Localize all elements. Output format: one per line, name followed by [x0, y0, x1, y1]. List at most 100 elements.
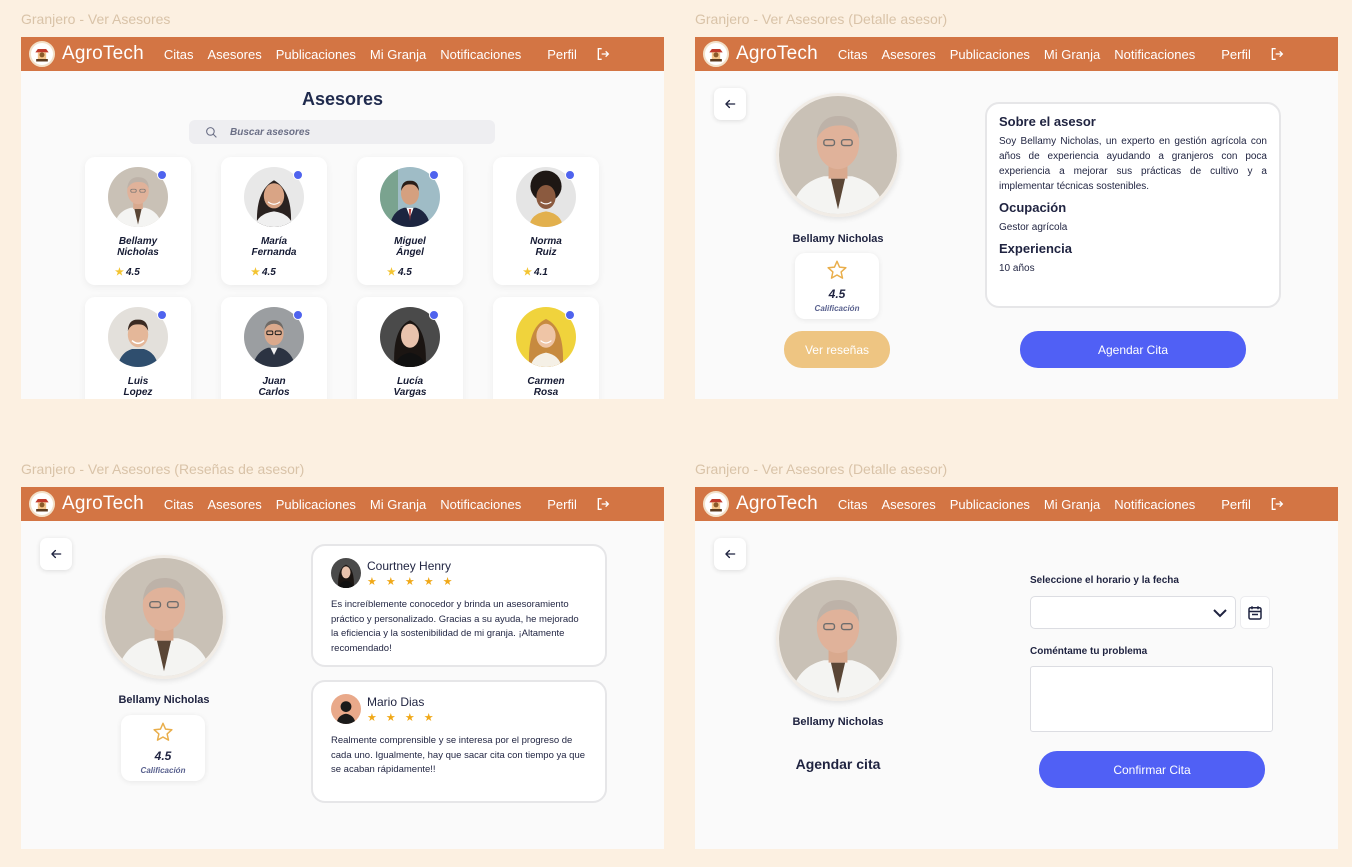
- advisor-card[interactable]: Miguel Ángel ★ 4.5: [357, 157, 463, 285]
- star-icon: [152, 721, 174, 743]
- nav-mi-granja[interactable]: Mi Granja: [370, 47, 426, 62]
- advisor-booking-screen: AgroTech Citas Asesores Publicaciones Mi…: [695, 487, 1338, 849]
- advisor-rating: ★ 4.5: [115, 267, 140, 278]
- advisor-card[interactable]: Luis Lopez: [85, 297, 191, 399]
- nav-perfil[interactable]: Perfil: [1221, 497, 1251, 512]
- about-title: Sobre el asesor: [999, 114, 1096, 129]
- review-stars: ★ ★ ★ ★: [367, 711, 437, 724]
- nav-notificaciones[interactable]: Notificaciones: [1114, 497, 1195, 512]
- arrow-left-icon: [723, 547, 737, 561]
- occupation-title: Ocupación: [999, 200, 1067, 215]
- brand-name[interactable]: AgroTech: [62, 43, 144, 65]
- online-indicator: [565, 170, 575, 180]
- nav-citas[interactable]: Citas: [838, 497, 868, 512]
- nav-asesores[interactable]: Asesores: [208, 47, 262, 62]
- nav-perfil[interactable]: Perfil: [1221, 47, 1251, 62]
- review-text: Realmente comprensible y se interesa por…: [331, 735, 586, 775]
- nav-citas[interactable]: Citas: [838, 47, 868, 62]
- calendar-button[interactable]: [1240, 596, 1270, 629]
- advisor-detail-screen: AgroTech Citas Asesores Publicaciones Mi…: [695, 37, 1338, 399]
- nav-mi-granja[interactable]: Mi Granja: [1044, 47, 1100, 62]
- search-icon: [206, 126, 217, 138]
- search-input[interactable]: Buscar asesores: [189, 120, 495, 144]
- advisor-card[interactable]: Lucía Vargas: [357, 297, 463, 399]
- star-icon: ★: [251, 267, 260, 278]
- logo-icon[interactable]: [29, 41, 55, 67]
- navbar: AgroTech Citas Asesores Publicaciones Mi…: [695, 37, 1338, 71]
- star-icon: ★: [387, 267, 396, 278]
- nav-notificaciones[interactable]: Notificaciones: [440, 47, 521, 62]
- reviewer-name: Mario Dias: [367, 694, 425, 709]
- confirm-button[interactable]: Confirmar Cita: [1039, 751, 1265, 788]
- star-icon: [826, 259, 848, 281]
- reviewer-avatar: [331, 694, 361, 724]
- advisor-card[interactable]: María Fernanda ★ 4.5: [221, 157, 327, 285]
- nav-notificaciones[interactable]: Notificaciones: [1114, 47, 1195, 62]
- advisor-name: Bellamy Nicholas: [118, 694, 210, 706]
- problem-textarea[interactable]: [1030, 666, 1273, 732]
- advisor-card[interactable]: Carmen Rosa: [493, 297, 599, 399]
- advisor-card[interactable]: Juan Carlos: [221, 297, 327, 399]
- nav-asesores[interactable]: Asesores: [208, 497, 262, 512]
- star-icon: ★: [523, 267, 532, 278]
- online-indicator: [565, 310, 575, 320]
- logo-icon[interactable]: [703, 41, 729, 67]
- logout-icon[interactable]: [1269, 496, 1285, 512]
- frame-label-reviews: Granjero - Ver Asesores (Reseñas de ases…: [21, 461, 305, 477]
- brand-name[interactable]: AgroTech: [736, 43, 818, 65]
- online-indicator: [429, 310, 439, 320]
- nav-publicaciones[interactable]: Publicaciones: [950, 47, 1030, 62]
- advisor-name: María Fernanda: [251, 236, 297, 258]
- frame-label-booking: Granjero - Ver Asesores (Detalle asesor): [695, 461, 948, 477]
- logo-icon[interactable]: [29, 491, 55, 517]
- nav-perfil[interactable]: Perfil: [547, 497, 577, 512]
- advisor-name: Bellamy Nicholas: [117, 236, 159, 258]
- logout-icon[interactable]: [595, 496, 611, 512]
- advisor-name: Juan Carlos: [258, 376, 290, 398]
- navbar: AgroTech Citas Asesores Publicaciones Mi…: [21, 37, 664, 71]
- logout-icon[interactable]: [1269, 46, 1285, 62]
- advisor-card[interactable]: Norma Ruiz ★ 4.1: [493, 157, 599, 285]
- reviewer-name: Courtney Henry: [367, 558, 452, 573]
- review-card: Mario Dias ★ ★ ★ ★ Realmente comprensibl…: [311, 680, 607, 803]
- problem-label: Coméntame tu problema: [1030, 646, 1148, 657]
- back-button[interactable]: [714, 538, 746, 570]
- advisor-photo: [776, 93, 900, 217]
- rating-label: Calificación: [140, 766, 186, 775]
- nav-publicaciones[interactable]: Publicaciones: [950, 497, 1030, 512]
- arrow-left-icon: [49, 547, 63, 561]
- date-label: Seleccione el horario y la fecha: [1030, 575, 1179, 586]
- back-button[interactable]: [714, 88, 746, 120]
- frame-label-list: Granjero - Ver Asesores: [21, 11, 171, 27]
- nav-citas[interactable]: Citas: [164, 47, 194, 62]
- advisor-name: Bellamy Nicholas: [792, 233, 884, 245]
- nav-notificaciones[interactable]: Notificaciones: [440, 497, 521, 512]
- schedule-button[interactable]: Agendar Cita: [1020, 331, 1246, 368]
- occupation-value: Gestor agrícola: [999, 222, 1068, 233]
- online-indicator: [293, 170, 303, 180]
- nav-citas[interactable]: Citas: [164, 497, 194, 512]
- datetime-select[interactable]: [1030, 596, 1236, 629]
- review-text: Es increíblemente conocedor y brinda un …: [331, 599, 579, 654]
- nav-perfil[interactable]: Perfil: [547, 47, 577, 62]
- nav-asesores[interactable]: Asesores: [882, 47, 936, 62]
- nav-publicaciones[interactable]: Publicaciones: [276, 497, 356, 512]
- advisor-card[interactable]: Bellamy Nicholas ★ 4.5: [85, 157, 191, 285]
- logo-icon[interactable]: [703, 491, 729, 517]
- nav-asesores[interactable]: Asesores: [882, 497, 936, 512]
- nav-mi-granja[interactable]: Mi Granja: [1044, 497, 1100, 512]
- rating-value: 4.5: [828, 287, 846, 301]
- brand-name[interactable]: AgroTech: [62, 493, 144, 515]
- advisor-name: Miguel Ángel: [394, 236, 426, 258]
- nav-mi-granja[interactable]: Mi Granja: [370, 497, 426, 512]
- logout-icon[interactable]: [595, 46, 611, 62]
- brand-name[interactable]: AgroTech: [736, 493, 818, 515]
- rating-value: 4.5: [154, 749, 172, 763]
- nav-publicaciones[interactable]: Publicaciones: [276, 47, 356, 62]
- advisor-photo: [102, 555, 226, 679]
- frame-label-detail: Granjero - Ver Asesores (Detalle asesor): [695, 11, 948, 27]
- advisor-list-screen: AgroTech Citas Asesores Publicaciones Mi…: [21, 37, 664, 399]
- advisor-name: Bellamy Nicholas: [792, 716, 884, 728]
- view-reviews-button[interactable]: Ver reseñas: [784, 331, 890, 368]
- back-button[interactable]: [40, 538, 72, 570]
